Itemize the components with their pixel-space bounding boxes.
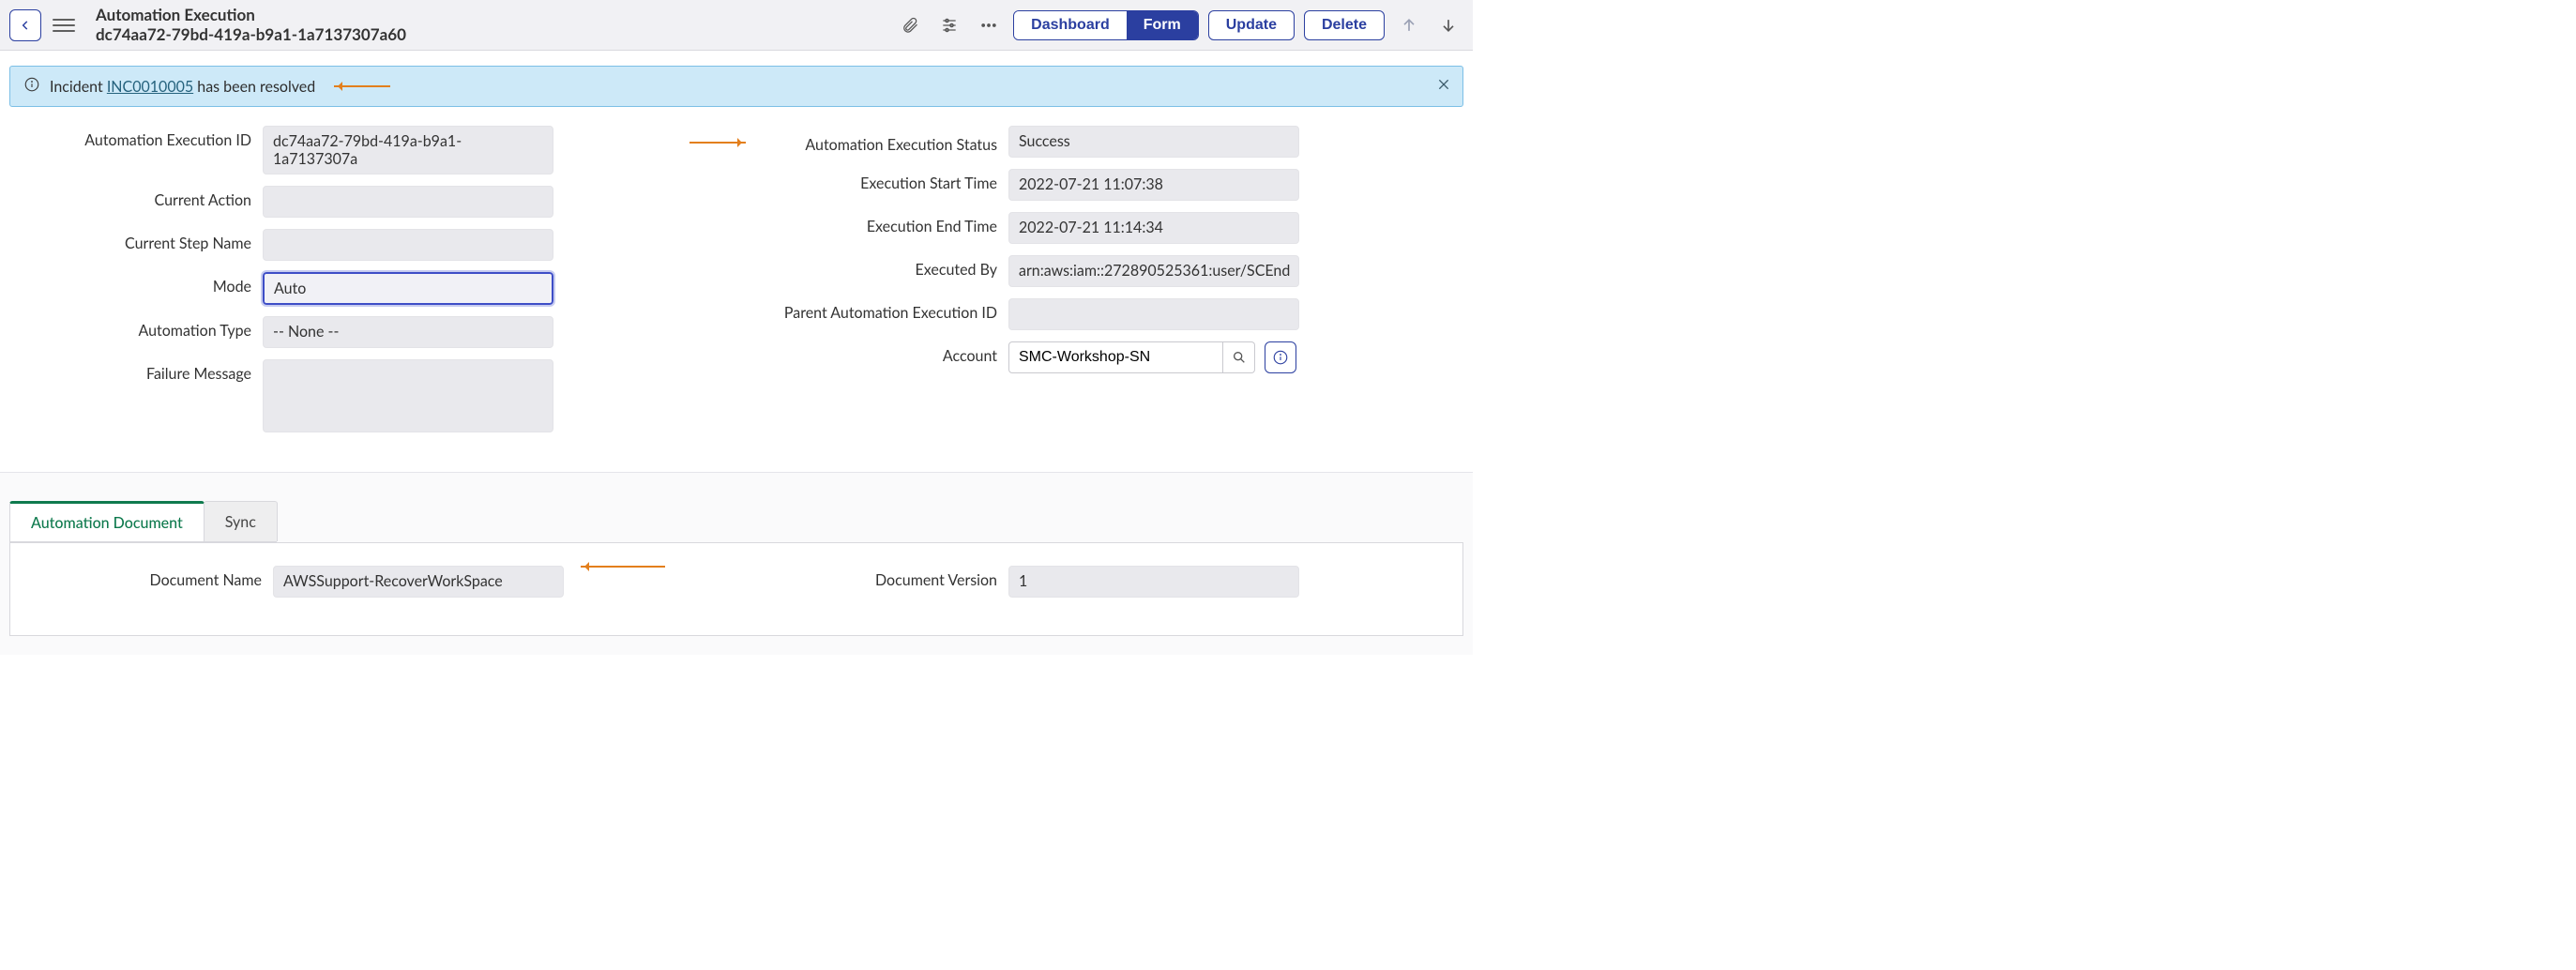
tab-body: Document Name AWSSupport-RecoverWorkSpac… [9, 542, 1463, 636]
record-info-icon[interactable] [1265, 341, 1296, 373]
incident-link[interactable]: INC0010005 [107, 78, 193, 96]
label-current-action: Current Action [9, 186, 263, 209]
banner-suffix: has been resolved [193, 78, 315, 96]
tab-automation-document[interactable]: Automation Document [9, 501, 205, 541]
settings-sliders-icon[interactable] [934, 10, 964, 40]
label-automation-execution-id: Automation Execution ID [9, 126, 263, 149]
page-subtitle: dc74aa72-79bd-419a-b9a1-1a7137307a60 [96, 25, 406, 44]
page-title: Automation Execution [96, 6, 406, 24]
value-failure-message [263, 359, 553, 432]
annotation-arrow [689, 142, 746, 144]
field-executed-by: Executed By arn:aws:iam::272890525361:us… [755, 255, 1463, 287]
tabs: Automation Document Sync [9, 501, 277, 542]
annotation-arrow [334, 85, 390, 87]
field-document-name: Document Name AWSSupport-RecoverWorkSpac… [20, 566, 718, 598]
value-document-version: 1 [1008, 566, 1299, 598]
banner-prefix: Incident [50, 78, 107, 96]
field-end-time: Execution End Time 2022-07-21 11:14:34 [755, 212, 1463, 244]
field-automation-type: Automation Type -- None -- [9, 316, 718, 348]
update-button[interactable]: Update [1208, 10, 1295, 40]
label-current-step-name: Current Step Name [9, 229, 263, 252]
value-current-action [263, 186, 553, 218]
field-current-step-name: Current Step Name [9, 229, 718, 261]
label-automation-type: Automation Type [9, 316, 263, 340]
value-start-time: 2022-07-21 11:07:38 [1008, 169, 1299, 201]
header-bar: Automation Execution dc74aa72-79bd-419a-… [0, 0, 1473, 51]
field-current-action: Current Action [9, 186, 718, 218]
label-account: Account [755, 341, 1008, 365]
label-document-name: Document Name [20, 566, 273, 589]
dashboard-button[interactable]: Dashboard [1014, 11, 1127, 39]
lookup-icon[interactable] [1223, 341, 1255, 373]
label-executed-by: Executed By [755, 255, 1008, 279]
back-button[interactable] [9, 9, 41, 41]
label-start-time: Execution Start Time [755, 169, 1008, 192]
field-automation-execution-id: Automation Execution ID dc74aa72-79bd-41… [9, 126, 718, 174]
form-col-right: Automation Execution Status Success Exec… [755, 126, 1463, 444]
value-document-name: AWSSupport-RecoverWorkSpace [273, 566, 564, 598]
doc-col-right: Document Version 1 [755, 566, 1453, 609]
field-status: Automation Execution Status Success [755, 126, 1463, 158]
page-title-block: Automation Execution dc74aa72-79bd-419a-… [96, 6, 406, 44]
account-lookup [1008, 341, 1296, 373]
tab-sync[interactable]: Sync [204, 501, 278, 541]
label-document-version: Document Version [755, 566, 1008, 589]
field-account: Account [755, 341, 1463, 373]
form-col-left: Automation Execution ID dc74aa72-79bd-41… [9, 126, 718, 444]
value-current-step-name [263, 229, 553, 261]
field-parent-execution-id: Parent Automation Execution ID [755, 298, 1463, 330]
attachments-icon[interactable] [895, 10, 925, 40]
header-left: Automation Execution dc74aa72-79bd-419a-… [9, 6, 406, 44]
info-banner: Incident INC0010005 has been resolved [9, 66, 1463, 107]
field-document-version: Document Version 1 [755, 566, 1453, 598]
more-actions-icon[interactable] [974, 10, 1004, 40]
field-failure-message: Failure Message [9, 359, 718, 432]
label-end-time: Execution End Time [755, 212, 1008, 235]
delete-button[interactable]: Delete [1304, 10, 1385, 40]
doc-col-left: Document Name AWSSupport-RecoverWorkSpac… [20, 566, 718, 609]
next-record-icon[interactable] [1433, 10, 1463, 40]
prev-record-icon[interactable] [1394, 10, 1424, 40]
menu-icon[interactable] [53, 14, 75, 37]
value-mode[interactable]: Auto [263, 272, 553, 305]
label-status: Automation Execution Status [755, 130, 1008, 154]
form-body: Automation Execution ID dc74aa72-79bd-41… [0, 107, 1473, 472]
value-automation-execution-id: dc74aa72-79bd-419a-b9a1-1a7137307a [263, 126, 553, 174]
label-mode: Mode [9, 272, 263, 296]
label-parent-execution-id: Parent Automation Execution ID [755, 298, 1008, 322]
close-banner-icon[interactable] [1436, 77, 1451, 96]
field-start-time: Execution Start Time 2022-07-21 11:07:38 [755, 169, 1463, 201]
value-executed-by: arn:aws:iam::272890525361:user/SCEnd [1008, 255, 1299, 287]
header-right: Dashboard Form Update Delete [895, 10, 1463, 40]
form-button[interactable]: Form [1127, 11, 1198, 39]
annotation-arrow [581, 566, 665, 568]
value-status: Success [1008, 126, 1299, 158]
account-input[interactable] [1008, 341, 1223, 373]
label-failure-message: Failure Message [9, 359, 263, 383]
value-automation-type[interactable]: -- None -- [263, 316, 553, 348]
related-tabs-section: Automation Document Sync Document Name A… [0, 472, 1473, 655]
value-parent-execution-id [1008, 298, 1299, 330]
info-icon [23, 76, 40, 97]
view-toggle: Dashboard Form [1013, 10, 1199, 40]
banner-text: Incident INC0010005 has been resolved [50, 78, 315, 96]
value-end-time: 2022-07-21 11:14:34 [1008, 212, 1299, 244]
field-mode: Mode Auto [9, 272, 718, 305]
